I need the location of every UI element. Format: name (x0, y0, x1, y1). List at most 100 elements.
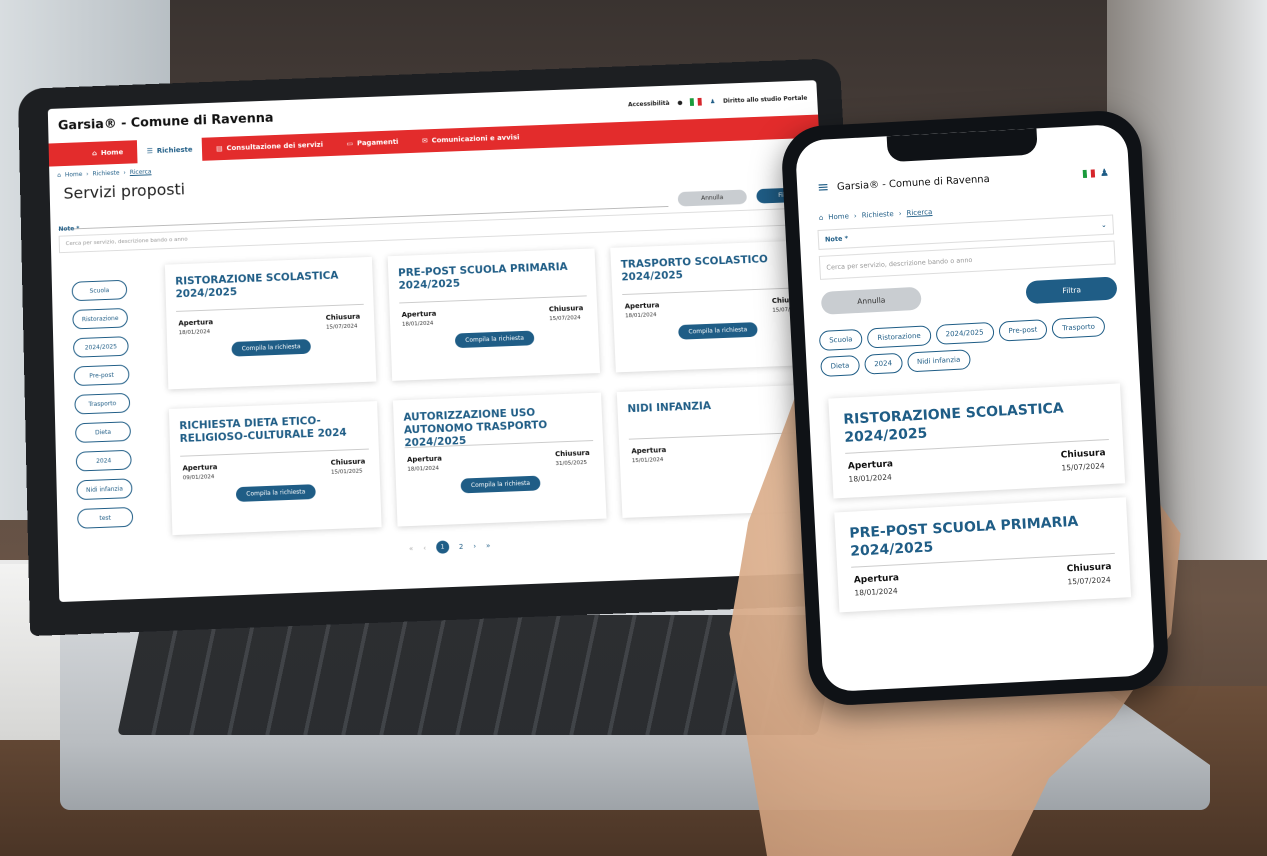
accessibility-link[interactable]: Accessibilità (628, 100, 670, 108)
open-date: 09/01/2024 (182, 474, 215, 482)
portal-link[interactable]: Diritto allo studio Portale (723, 94, 808, 104)
user-icon[interactable]: ♟ (1100, 167, 1110, 178)
chip-nidi-infanzia[interactable]: Nidi infanzia (906, 349, 971, 373)
open-label: Apertura (401, 309, 437, 319)
card-title: RISTORAZIONE SCOLASTICA 2024/2025 (175, 269, 339, 301)
open-label: Apertura (406, 454, 443, 464)
document-icon: ▤ (215, 144, 223, 153)
annulla-button[interactable]: Annulla (820, 286, 922, 315)
card-dates: Apertura 18/01/2024 Chiusura 15/07/2024 (852, 562, 1117, 598)
chip-dieta[interactable]: Dieta (820, 355, 860, 378)
compila-button[interactable]: Compila la richiesta (455, 330, 535, 349)
breadcrumb-richieste[interactable]: Richieste (92, 170, 119, 178)
compila-button[interactable]: Compila la richiesta (236, 484, 316, 502)
compila-button[interactable]: Compila la richiesta (231, 339, 311, 357)
close-label: Chiusura (554, 449, 590, 459)
chip-scuola[interactable]: Scuola (71, 279, 128, 302)
pager-next[interactable]: › (473, 542, 476, 550)
card-divider (622, 286, 810, 296)
italian-flag-icon[interactable] (1082, 169, 1096, 179)
open-label: Apertura (853, 573, 900, 586)
tab-consultazione[interactable]: ▤ Consultazione dei servizi (206, 133, 333, 161)
chip-scuola[interactable]: Scuola (818, 328, 863, 352)
laptop: Garsia® - Comune di Ravenna Accessibilit… (17, 58, 870, 637)
home-icon: ⌂ (818, 213, 824, 222)
tab-comunicazioni[interactable]: ✉ Comunicazioni e avvisi (412, 125, 530, 152)
phone-screen: ≡ Garsia® - Comune di Ravenna ♟ ⌂ Home › … (794, 123, 1156, 693)
tab-label: Home (100, 148, 124, 157)
breadcrumb-home[interactable]: Home (65, 171, 83, 178)
tab-label: Richieste (156, 145, 193, 155)
chip-nidi-infanzia[interactable]: Nidi infanzia (76, 478, 133, 501)
home-icon: ⌂ (57, 171, 62, 179)
open-label: Apertura (847, 459, 894, 472)
home-icon: ⌂ (91, 149, 98, 158)
chip-pre-post[interactable]: Pre-post (73, 364, 130, 387)
chip-2024-2025[interactable]: 2024/2025 (72, 336, 129, 358)
info-icon[interactable]: ● (677, 99, 682, 106)
close-date: 31/05/2025 (555, 459, 588, 468)
chip-ristorazione[interactable]: Ristorazione (866, 325, 932, 349)
compila-button[interactable]: Compila la richiesta (678, 322, 758, 340)
pager-page-2[interactable]: 2 (459, 542, 464, 550)
open-date: 18/01/2024 (625, 312, 657, 320)
chip-pre-post[interactable]: Pre-post (998, 319, 1048, 342)
italian-flag-icon[interactable] (690, 97, 703, 106)
compila-button[interactable]: Compila la richiesta (460, 475, 541, 494)
pager-first[interactable]: « (409, 544, 414, 552)
chip-dieta[interactable]: Dieta (74, 421, 132, 444)
open-date: 18/01/2024 (178, 329, 211, 337)
note-label: Note * (58, 225, 80, 233)
chip-2024-2025[interactable]: 2024/2025 (935, 321, 995, 345)
service-card: PRE-POST SCUOLA PRIMARIA 2024/2025 Apert… (834, 497, 1132, 613)
pager-page-1[interactable]: 1 (435, 540, 450, 554)
open-label: Apertura (182, 463, 218, 473)
close-date: 15/07/2024 (1067, 575, 1111, 587)
card-title: RISTORAZIONE SCOLASTICA 2024/2025 (843, 400, 1065, 446)
close-label: Chiusura (325, 312, 361, 322)
tab-pagamenti[interactable]: ▭ Pagamenti (336, 130, 408, 156)
chip-2024[interactable]: 2024 (75, 449, 132, 472)
open-date: 18/01/2024 (401, 320, 434, 328)
service-card: RISTORAZIONE SCOLASTICA 2024/2025 Apertu… (828, 383, 1126, 499)
breadcrumb-richieste[interactable]: Richieste (862, 210, 894, 220)
smartphone: ≡ Garsia® - Comune di Ravenna ♟ ⌂ Home › … (780, 108, 1170, 708)
breadcrumb-home[interactable]: Home (828, 212, 849, 221)
open-date: 18/01/2024 (407, 465, 440, 473)
card-title: PRE-POST SCUOLA PRIMARIA 2024/2025 (848, 513, 1079, 560)
card-divider (180, 448, 369, 457)
pager-last[interactable]: » (486, 541, 491, 549)
chip-2024[interactable]: 2024 (863, 352, 903, 375)
filtra-button[interactable]: Filtra (1025, 276, 1118, 305)
chevron-down-icon: ⌄ (1100, 220, 1107, 230)
open-label: Apertura (178, 318, 214, 328)
chip-trasporto[interactable]: Trasporto (1051, 316, 1106, 339)
card-divider (399, 295, 587, 304)
tab-richieste[interactable]: ☰ Richieste (136, 137, 203, 164)
menu-icon[interactable]: ≡ (817, 179, 830, 196)
card-icon: ▭ (346, 139, 354, 148)
card-title: RICHIESTA DIETA ETICO-RELIGIOSO-CULTURAL… (179, 415, 347, 446)
service-card: AUTORIZZAZIONE USO AUTONOMO TRASPORTO 20… (392, 392, 607, 527)
chip-trasporto[interactable]: Trasporto (74, 392, 131, 415)
card-dates: Apertura 18/01/2024 Chiusura 15/07/2024 (400, 304, 588, 328)
close-date: 15/07/2024 (326, 323, 358, 331)
list-icon: ☰ (146, 147, 154, 156)
breadcrumb-separator: › (123, 169, 126, 177)
chip-ristorazione[interactable]: Ristorazione (72, 307, 129, 330)
note-label: Note * (824, 234, 849, 244)
tab-home[interactable]: ⌂ Home (82, 140, 133, 165)
annulla-button[interactable]: Annulla (677, 189, 748, 207)
app-title: Garsia® - Comune di Ravenna (57, 110, 274, 134)
chip-test[interactable]: test (77, 506, 134, 529)
pager-prev[interactable]: ‹ (423, 544, 426, 552)
breadcrumb-ricerca: Ricerca (906, 207, 933, 218)
open-date: 18/01/2024 (848, 472, 892, 484)
breadcrumb-separator: › (853, 211, 857, 221)
user-icon[interactable]: ♟ (710, 98, 716, 105)
open-date: 18/01/2024 (854, 586, 898, 598)
card-dates: Apertura 18/01/2024 Chiusura 15/07/2024 (176, 313, 364, 337)
close-date: 15/07/2024 (1061, 461, 1105, 473)
breadcrumb-separator: › (898, 209, 902, 218)
open-label: Apertura (624, 301, 660, 311)
